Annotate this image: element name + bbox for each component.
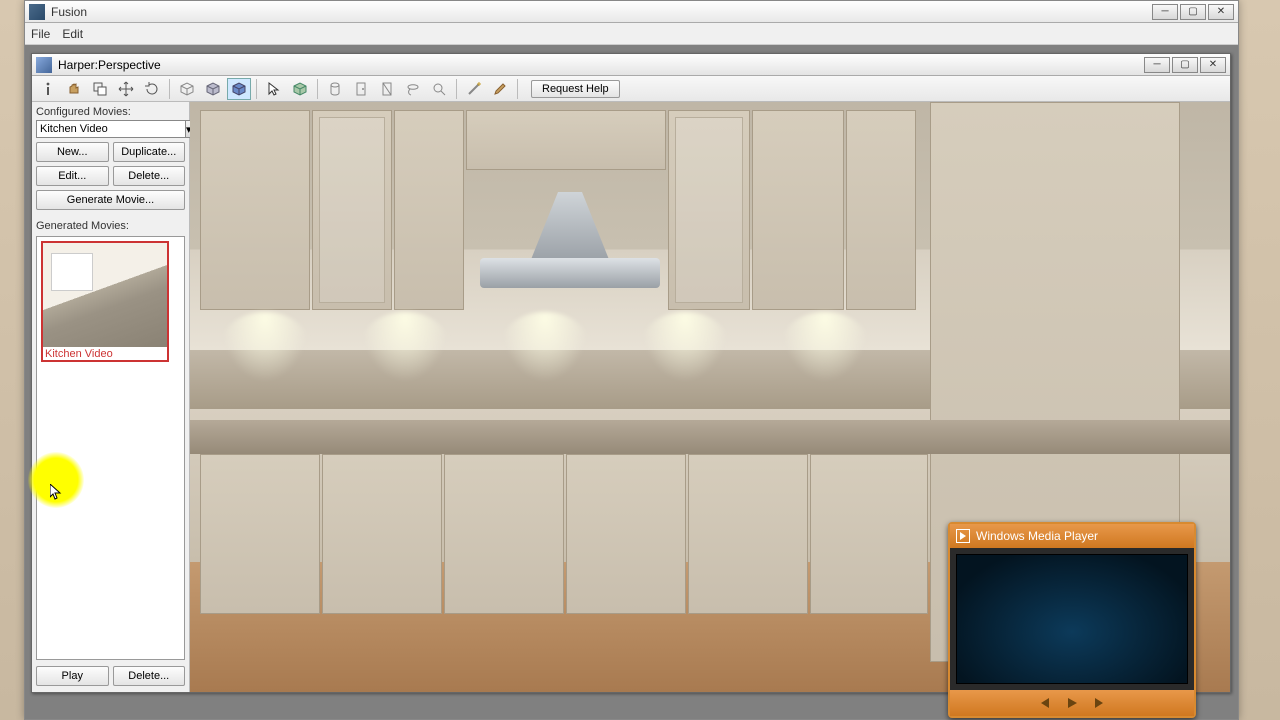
media-player-controls (950, 690, 1194, 716)
separator (256, 79, 257, 99)
document-title: Harper:Perspective (58, 58, 1144, 72)
render-icon[interactable] (227, 78, 251, 100)
new-button[interactable]: New... (36, 142, 109, 162)
document-icon (36, 57, 52, 73)
configured-movies-input[interactable] (36, 120, 186, 138)
wireframe-icon[interactable] (175, 78, 199, 100)
document-titlebar[interactable]: Harper:Perspective ─ ▢ ✕ (32, 54, 1230, 76)
play-button[interactable]: Play (36, 666, 109, 686)
media-player-titlebar[interactable]: Windows Media Player (950, 524, 1194, 548)
box-select-icon[interactable] (288, 78, 312, 100)
app-icon (29, 4, 45, 20)
delete-movie-button[interactable]: Delete... (113, 666, 186, 686)
play-icon (956, 529, 970, 543)
move-icon[interactable] (114, 78, 138, 100)
thumbnail-caption: Kitchen Video (43, 347, 167, 360)
configured-movies-combo[interactable]: ▾ (36, 120, 185, 138)
media-player-screen (956, 554, 1188, 684)
wand-icon[interactable] (462, 78, 486, 100)
rotate-icon[interactable] (140, 78, 164, 100)
doc-maximize-button[interactable]: ▢ (1172, 57, 1198, 73)
media-player-window[interactable]: Windows Media Player (948, 522, 1196, 718)
doc-close-button[interactable]: ✕ (1200, 57, 1226, 73)
close-button[interactable]: ✕ (1208, 4, 1234, 20)
doc-minimize-button[interactable]: ─ (1144, 57, 1170, 73)
menubar: File Edit (25, 23, 1238, 45)
separator (517, 79, 518, 99)
thumbnail-image (43, 243, 167, 347)
minimize-button[interactable]: ─ (1152, 4, 1178, 20)
generate-movie-button[interactable]: Generate Movie... (36, 190, 185, 210)
door-icon[interactable] (349, 78, 373, 100)
separator (317, 79, 318, 99)
generated-movies-list[interactable]: Kitchen Video (36, 236, 185, 660)
copy-icon[interactable] (88, 78, 112, 100)
cylinder-icon[interactable] (323, 78, 347, 100)
duplicate-button[interactable]: Duplicate... (113, 142, 186, 162)
door2-icon[interactable] (375, 78, 399, 100)
separator (169, 79, 170, 99)
toolbar: Request Help (32, 76, 1230, 102)
movies-panel: Configured Movies: ▾ New... Duplicate...… (32, 102, 190, 692)
shaded-icon[interactable] (201, 78, 225, 100)
separator (456, 79, 457, 99)
pointer-icon[interactable] (262, 78, 286, 100)
edit-button[interactable]: Edit... (36, 166, 109, 186)
prev-track-button[interactable] (1035, 694, 1053, 712)
app-titlebar[interactable]: Fusion ─ ▢ ✕ (25, 1, 1238, 23)
brush-icon[interactable] (488, 78, 512, 100)
menu-edit[interactable]: Edit (62, 27, 83, 41)
configured-movies-label: Configured Movies: (36, 106, 185, 118)
media-player-title: Windows Media Player (976, 529, 1098, 543)
cursor-icon (50, 484, 62, 502)
range-hood (480, 192, 660, 312)
movie-thumbnail[interactable]: Kitchen Video (41, 241, 169, 362)
request-help-button[interactable]: Request Help (531, 80, 620, 98)
maximize-button[interactable]: ▢ (1180, 4, 1206, 20)
info-icon[interactable] (36, 78, 60, 100)
menu-file[interactable]: File (31, 27, 50, 41)
lasso-icon[interactable] (401, 78, 425, 100)
next-track-button[interactable] (1091, 694, 1109, 712)
zoom-icon[interactable] (427, 78, 451, 100)
generated-movies-label: Generated Movies: (36, 220, 185, 232)
app-title: Fusion (51, 5, 1152, 19)
hand-icon[interactable] (62, 78, 86, 100)
play-pause-button[interactable] (1063, 694, 1081, 712)
delete-button[interactable]: Delete... (113, 166, 186, 186)
